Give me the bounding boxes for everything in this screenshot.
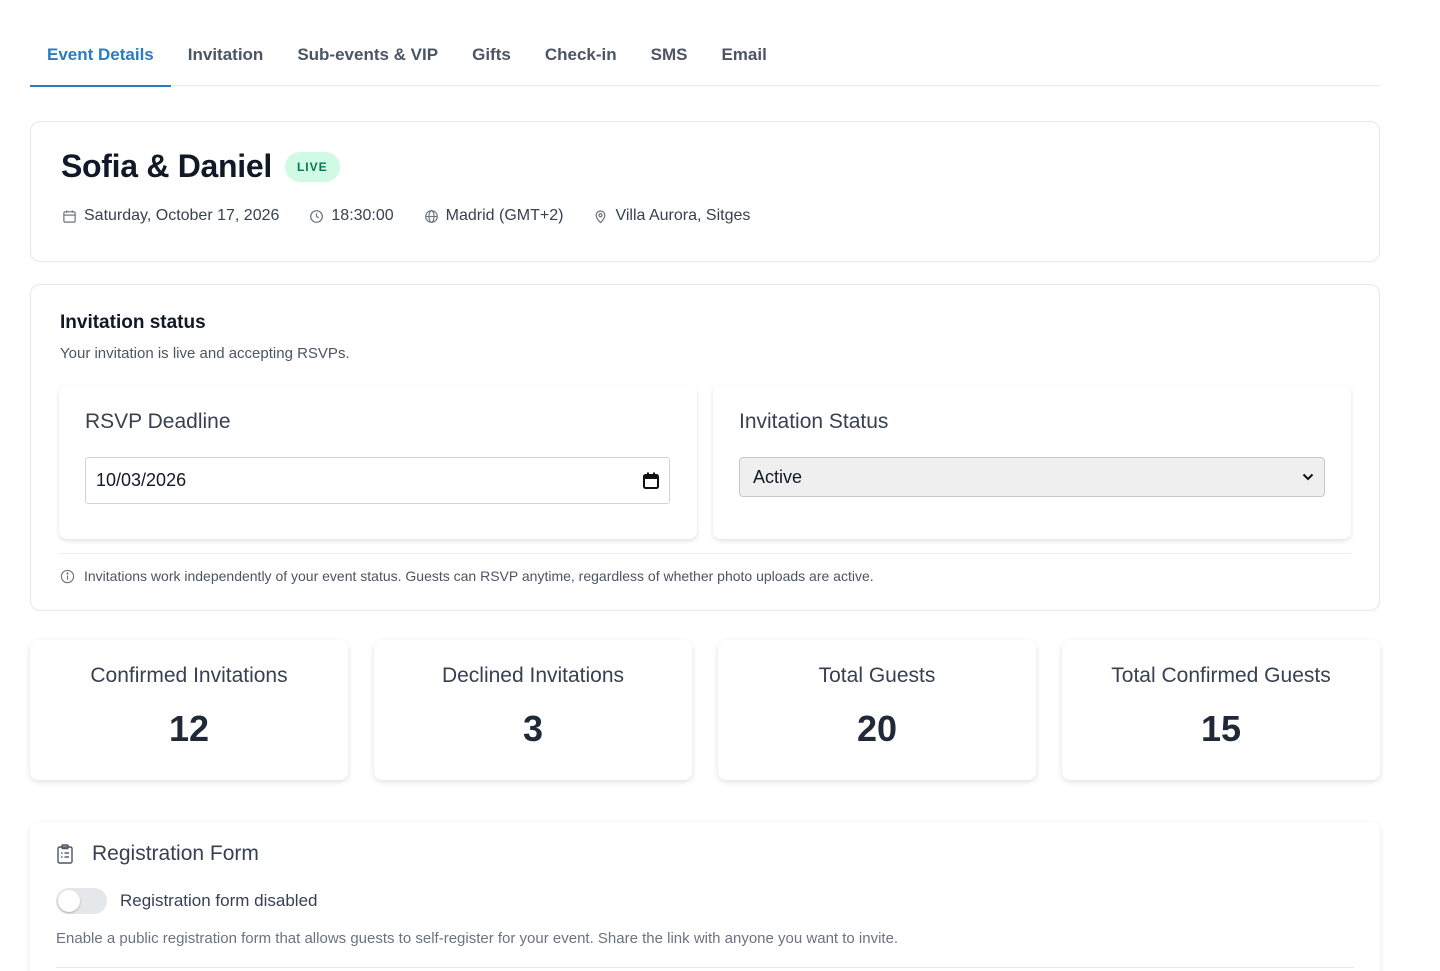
event-location: Villa Aurora, Sitges xyxy=(593,207,750,225)
event-meta-row: Saturday, October 17, 2026 18:30:00 Madr… xyxy=(62,207,780,225)
event-summary-card: Sofia & Daniel LIVE Saturday, October 17… xyxy=(30,121,1380,262)
tab-invitation[interactable]: Invitation xyxy=(171,28,281,86)
stat-total-confirmed-guests: Total Confirmed Guests 15 xyxy=(1062,640,1380,780)
clipboard-icon xyxy=(57,844,73,864)
event-title-row: Sofia & Daniel LIVE xyxy=(61,148,340,185)
tab-sub-events-vip[interactable]: Sub-events & VIP xyxy=(280,28,455,86)
registration-description: Enable a public registration form that a… xyxy=(56,930,899,947)
event-timezone: Madrid (GMT+2) xyxy=(424,207,564,225)
stat-value: 12 xyxy=(168,708,210,749)
stat-label: Total Confirmed Guests xyxy=(1111,664,1331,687)
stat-label: Confirmed Invitations xyxy=(90,664,288,687)
registration-form-card: Registration Form Registration form disa… xyxy=(30,822,1380,971)
globe-icon xyxy=(424,209,438,223)
stat-label: Declined Invitations xyxy=(441,664,625,687)
invitation-status-title: Invitation status xyxy=(60,312,206,333)
info-icon xyxy=(60,569,75,583)
calendar-icon xyxy=(63,209,76,223)
invitation-status-select-card: Invitation Status Active xyxy=(713,385,1351,539)
event-time-text: 18:30:00 xyxy=(331,207,394,224)
event-title: Sofia & Daniel xyxy=(61,148,272,184)
registration-form-toggle[interactable] xyxy=(56,888,107,914)
invitation-status-subtitle: Your invitation is live and accepting RS… xyxy=(60,345,350,362)
registration-toggle-label: Registration form disabled xyxy=(120,891,318,910)
event-date: Saturday, October 17, 2026 xyxy=(62,207,279,225)
rsvp-deadline-value: 10/03/2026 xyxy=(96,470,187,490)
invitation-status-select[interactable]: Active xyxy=(739,457,1325,497)
rsvp-deadline-input[interactable]: 10/03/2026 xyxy=(85,457,670,504)
stat-label: Total Guests xyxy=(818,664,936,687)
invitation-status-value: Active xyxy=(753,466,803,487)
event-time: 18:30:00 xyxy=(309,207,394,225)
toggle-knob xyxy=(58,890,80,912)
event-date-text: Saturday, October 17, 2026 xyxy=(84,207,280,224)
registration-form-title: Registration Form xyxy=(92,842,259,865)
invitation-status-card: Invitation status Your invitation is liv… xyxy=(30,284,1380,611)
map-pin-icon xyxy=(596,209,606,223)
stat-value: 3 xyxy=(522,708,544,749)
tab-bar: Event Details Invitation Sub-events & VI… xyxy=(30,28,1380,87)
status-divider xyxy=(59,553,1351,554)
registration-form-header: Registration Form xyxy=(56,842,259,866)
stat-value: 20 xyxy=(856,708,898,749)
tab-sms[interactable]: SMS xyxy=(634,28,705,86)
event-location-text: Villa Aurora, Sitges xyxy=(615,207,751,224)
rsvp-deadline-label: RSVP Deadline xyxy=(85,410,231,433)
stat-declined-invitations: Declined Invitations 3 xyxy=(374,640,692,780)
tab-gifts[interactable]: Gifts xyxy=(455,28,528,86)
invitation-note-text: Invitations work independently of your e… xyxy=(84,568,874,584)
invitation-note: Invitations work independently of your e… xyxy=(60,568,874,584)
stat-value: 15 xyxy=(1200,708,1242,749)
clock-icon xyxy=(310,209,324,223)
live-status-badge: LIVE xyxy=(284,151,340,182)
stat-total-guests: Total Guests 20 xyxy=(718,640,1036,780)
calendar-picker-icon[interactable] xyxy=(643,472,659,489)
tab-check-in[interactable]: Check-in xyxy=(528,28,634,86)
tab-email[interactable]: Email xyxy=(704,28,783,86)
event-timezone-text: Madrid (GMT+2) xyxy=(445,207,564,224)
rsvp-deadline-card: RSVP Deadline 10/03/2026 xyxy=(59,385,697,539)
tab-event-details[interactable]: Event Details xyxy=(30,28,171,87)
chevron-down-icon xyxy=(1302,473,1314,481)
stat-confirmed-invitations: Confirmed Invitations 12 xyxy=(30,640,348,780)
invitation-status-label: Invitation Status xyxy=(739,410,889,433)
registration-divider xyxy=(56,967,1354,968)
